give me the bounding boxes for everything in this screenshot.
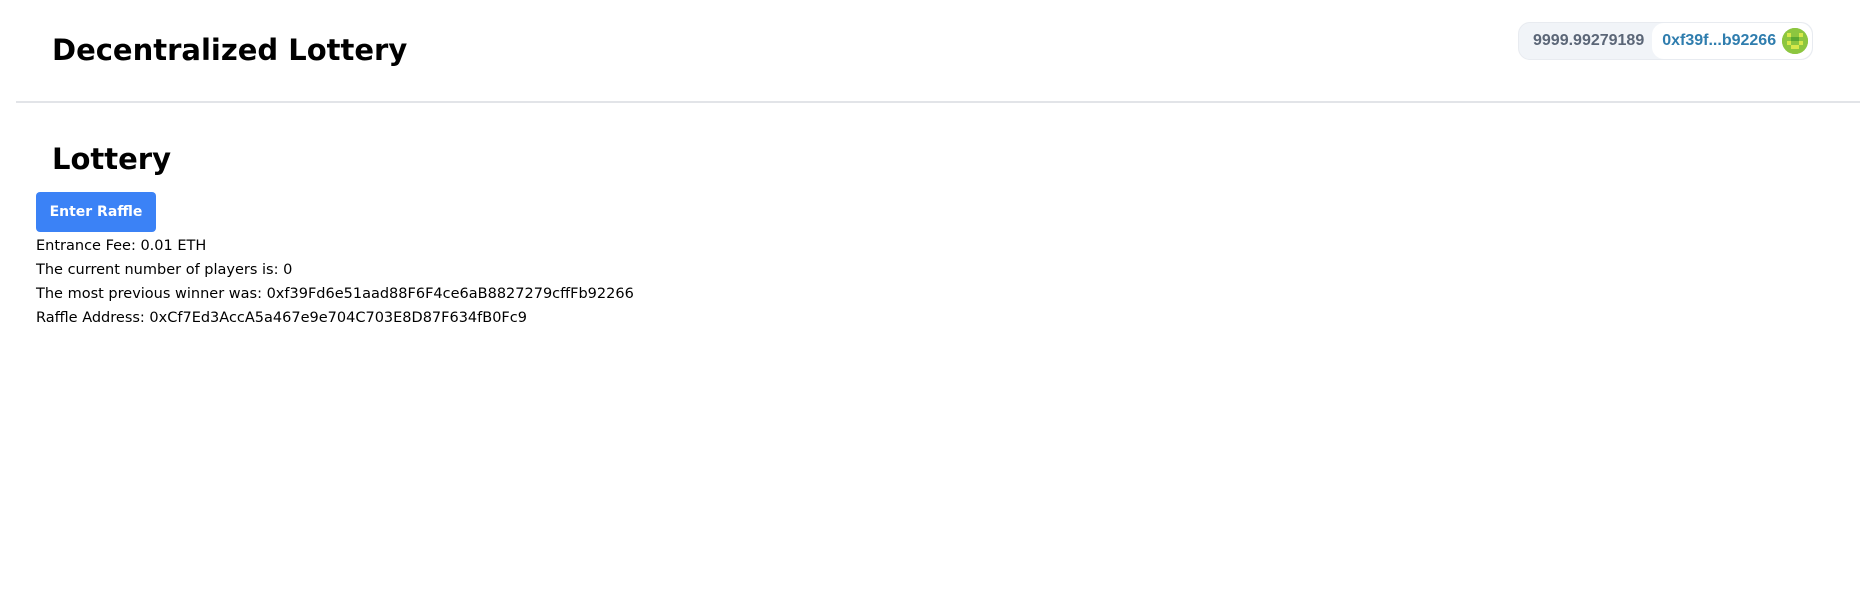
entrance-fee-text: Entrance Fee: 0.01 ETH bbox=[36, 238, 207, 254]
app-header: Decentralized Lottery 9999.99279189 0xf3… bbox=[16, 0, 1860, 103]
player-count-text: The current number of players is: 0 bbox=[36, 262, 293, 278]
identicon-avatar-icon bbox=[1782, 28, 1809, 54]
wallet-connect-widget: 9999.99279189 0xf39f...b92266 bbox=[1518, 22, 1814, 60]
section-title: Lottery bbox=[52, 142, 172, 176]
account-button[interactable]: 0xf39f...b92266 bbox=[1652, 23, 1813, 59]
wallet-balance: 9999.99279189 bbox=[1533, 32, 1645, 49]
previous-winner-text: The most previous winner was: 0xf39Fd6e5… bbox=[36, 286, 634, 302]
enter-raffle-button[interactable]: Enter Raffle bbox=[36, 192, 156, 232]
app-title: Decentralized Lottery bbox=[52, 33, 408, 67]
raffle-address-text: Raffle Address: 0xCf7Ed3AccA5a467e9e704C… bbox=[36, 310, 527, 326]
account-address: 0xf39f...b92266 bbox=[1662, 32, 1777, 49]
